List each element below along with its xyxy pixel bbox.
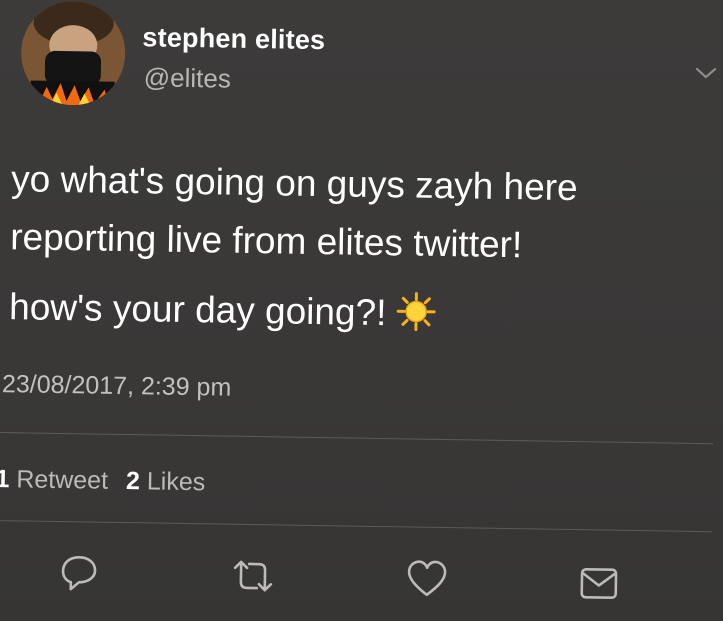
retweet-label: Retweet — [16, 465, 109, 495]
divider — [0, 519, 712, 533]
heart-icon[interactable] — [405, 556, 450, 601]
chevron-down-icon[interactable] — [694, 61, 718, 85]
divider — [0, 431, 714, 445]
like-stat[interactable]: 2 Likes — [126, 467, 206, 496]
tweet-question: how's your day going?! — [8, 286, 387, 334]
tweet-text-line: yo what's going on guys zayh here report… — [9, 158, 578, 266]
tweet-text: yo what's going on guys zayh here report… — [9, 150, 692, 353]
tweet-timestamp: 23/08/2017, 2:39 pm — [1, 370, 232, 402]
like-label: Likes — [146, 467, 206, 497]
retweet-count: 1 — [0, 464, 10, 494]
avatar[interactable] — [20, 0, 126, 106]
user-handle[interactable]: @elites — [144, 62, 232, 94]
tweet-text-line: how's your day going?! — [9, 278, 690, 353]
reply-icon[interactable] — [57, 551, 102, 596]
engagement-stats: 1 Retweet 2 Likes — [0, 465, 205, 497]
mail-icon[interactable] — [577, 559, 622, 604]
tweet-card: stephen elites @elites yo what's going o… — [0, 0, 723, 621]
like-count: 2 — [125, 467, 141, 496]
retweet-icon[interactable] — [231, 554, 276, 599]
tweet-detail-screen: stephen elites @elites yo what's going o… — [0, 0, 723, 621]
sun-emoji — [396, 290, 437, 349]
retweet-stat[interactable]: 1 Retweet — [0, 465, 108, 495]
avatar-image — [20, 0, 126, 106]
tweet-actions — [0, 550, 714, 621]
display-name[interactable]: stephen elites — [142, 22, 325, 56]
